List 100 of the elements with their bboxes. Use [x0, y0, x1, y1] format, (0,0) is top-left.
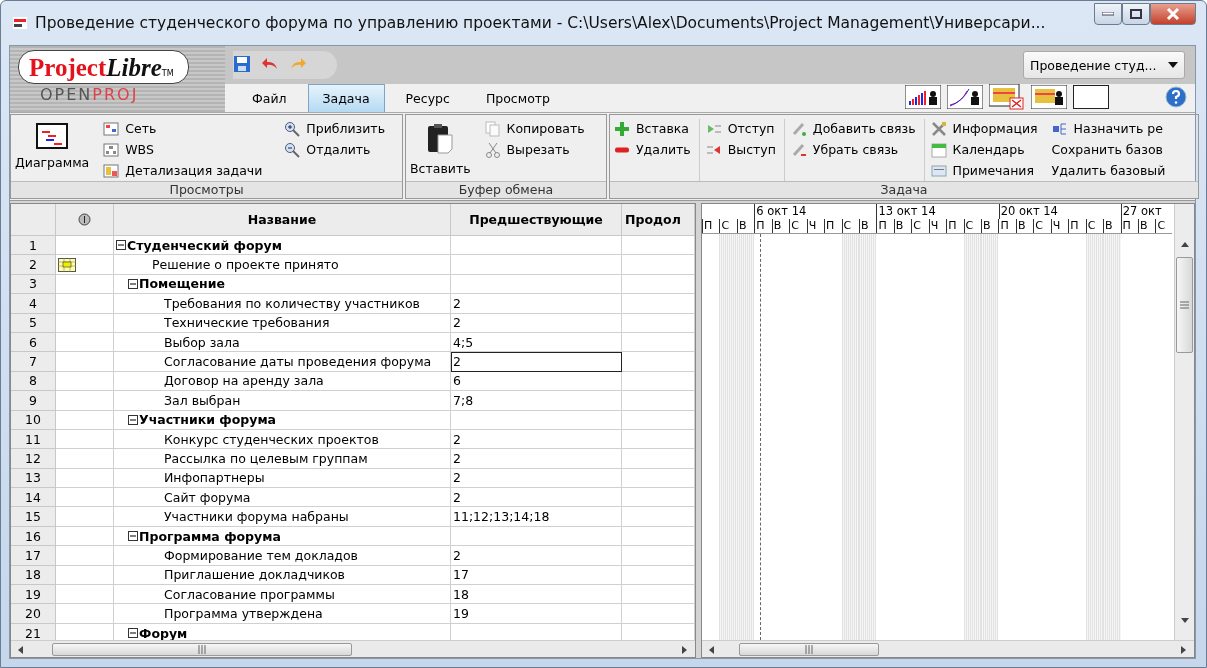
blank-tool-icon[interactable]	[1073, 84, 1109, 109]
task-name-cell: Помещение	[114, 274, 451, 295]
menu-tab[interactable]: Файл	[237, 84, 302, 112]
task-command-button[interactable]: Примечания	[930, 161, 1038, 180]
minimize-button[interactable]	[1094, 3, 1122, 25]
network-icon	[103, 120, 120, 137]
copy-button[interactable]: Копировать	[484, 119, 585, 138]
scroll-right-icon[interactable]	[1179, 644, 1188, 654]
task-name-cell: Согласование программы	[114, 585, 451, 605]
scroll-thumb[interactable]	[1176, 257, 1193, 353]
scroll-thumb[interactable]	[739, 642, 879, 656]
day-label: С	[1085, 219, 1104, 233]
predecessors-cell: 2	[451, 313, 622, 333]
menu-tab[interactable]: Ресурс	[390, 84, 465, 112]
day-label: Ч	[1050, 219, 1069, 233]
save-icon[interactable]	[233, 55, 251, 73]
view-button[interactable]: WBS	[103, 140, 263, 159]
logo: ProjectLibreTM	[18, 50, 189, 84]
day-label: П	[1068, 219, 1086, 233]
plus-icon	[614, 120, 630, 137]
column-header[interactable]: Название	[114, 204, 451, 236]
grip-icon	[197, 644, 207, 654]
task-command-button[interactable]: Отступ	[705, 119, 776, 138]
collapse-icon[interactable]	[128, 414, 138, 425]
histogram-icon[interactable]	[905, 84, 941, 109]
week-label: 27 окт	[1120, 204, 1172, 219]
view-button[interactable]: Детализация задачи	[103, 161, 263, 180]
zoom-in-button[interactable]: Приблизить	[284, 119, 385, 138]
collapse-icon[interactable]	[128, 531, 138, 542]
task-command-button[interactable]: Убрать связь	[790, 140, 916, 159]
task-command-button[interactable]: Календарь	[930, 140, 1038, 159]
column-header[interactable]: Предшествующие	[451, 204, 622, 236]
scroll-left-icon[interactable]	[708, 644, 717, 654]
task-name-cell: Инфопартнеры	[114, 468, 451, 489]
task-name-cell: Сайт форума	[114, 488, 451, 508]
table-person-icon[interactable]	[1031, 84, 1067, 109]
day-label: В	[981, 219, 999, 233]
scroll-down-icon[interactable]	[1180, 616, 1189, 625]
scroll-right-icon[interactable]	[680, 644, 689, 654]
scroll-left-icon[interactable]	[17, 644, 26, 654]
tree-icon	[103, 141, 120, 158]
predecessors-cell: 6	[451, 371, 622, 392]
maximize-button[interactable]	[1122, 3, 1150, 25]
task-command-button[interactable]: Выступ	[705, 140, 776, 159]
day-label: С	[1155, 219, 1172, 233]
task-name-cell: Программа утверждена	[114, 604, 451, 624]
gantt-button[interactable]: Диаграмма	[15, 119, 90, 181]
row-number: 9	[11, 391, 56, 411]
day-label: П	[1120, 219, 1138, 233]
horizontal-scrollbar[interactable]	[702, 640, 1194, 657]
caret-icon	[1168, 62, 1178, 68]
task-command-button[interactable]: Вставка	[614, 119, 691, 138]
cut-button[interactable]: Вырезать	[484, 140, 585, 159]
scroll-up-icon[interactable]	[1180, 240, 1189, 249]
scroll-thumb[interactable]	[52, 642, 352, 656]
day-label: С	[1033, 219, 1051, 233]
tools-icon	[930, 120, 947, 137]
note-icon	[930, 162, 947, 179]
task-command-button[interactable]: Назначить ре	[1051, 119, 1166, 138]
day-label: Ч	[928, 219, 947, 233]
vertical-scrollbar[interactable]	[1174, 204, 1194, 640]
day-label: В	[736, 219, 755, 233]
predecessors-cell: 7;8	[451, 391, 622, 411]
help-icon[interactable]	[1165, 85, 1187, 108]
day-label: П	[754, 219, 772, 233]
column-header[interactable]: Продол	[622, 204, 695, 236]
task-command-button[interactable]: Удалить базовый	[1051, 161, 1166, 180]
task-name-cell: Формирование тем докладов	[114, 546, 451, 566]
row-number: 7	[11, 352, 56, 372]
paste-button[interactable]: Вставить	[410, 119, 471, 181]
horizontal-scrollbar[interactable]	[11, 640, 695, 657]
task-name-cell: Решение о проекте принято	[114, 255, 451, 275]
task-name-cell: Зал выбран	[114, 391, 451, 411]
day-label: Ч	[806, 219, 825, 233]
info-icon	[78, 213, 91, 226]
line-chart-icon[interactable]	[947, 84, 983, 109]
collapse-icon[interactable]	[128, 628, 138, 638]
task-name-cell: Рассылка по целевым группам	[114, 449, 451, 469]
task-command-button[interactable]: Информация	[930, 119, 1038, 138]
close-button[interactable]	[1150, 3, 1196, 25]
task-command-button[interactable]: Удалить	[614, 140, 691, 159]
project-dropdown[interactable]: Проведение студ...	[1023, 51, 1185, 79]
day-label: С	[789, 219, 807, 233]
zoom-out-icon	[284, 141, 301, 158]
menu-tab[interactable]: Просмотр	[470, 84, 566, 112]
day-label: П	[824, 219, 842, 233]
row-number: 14	[11, 488, 56, 508]
view-button[interactable]: Сеть	[103, 119, 263, 138]
collapse-icon[interactable]	[116, 240, 126, 251]
group-caption: Просмотры	[11, 181, 402, 198]
task-command-button[interactable]: Сохранить базов	[1051, 140, 1166, 159]
zoom-out-button[interactable]: Отдалить	[284, 140, 385, 159]
predecessors-cell: 18	[451, 585, 622, 605]
table-delete-icon[interactable]	[989, 83, 1025, 110]
menu-tab[interactable]: Задача	[307, 84, 385, 112]
logo-subtitle: OPEN PROJ	[40, 86, 139, 104]
day-label: В	[1103, 219, 1121, 233]
task-command-button[interactable]: Добавить связь	[790, 119, 916, 138]
day-label: С	[841, 219, 859, 233]
collapse-icon[interactable]	[128, 278, 138, 289]
